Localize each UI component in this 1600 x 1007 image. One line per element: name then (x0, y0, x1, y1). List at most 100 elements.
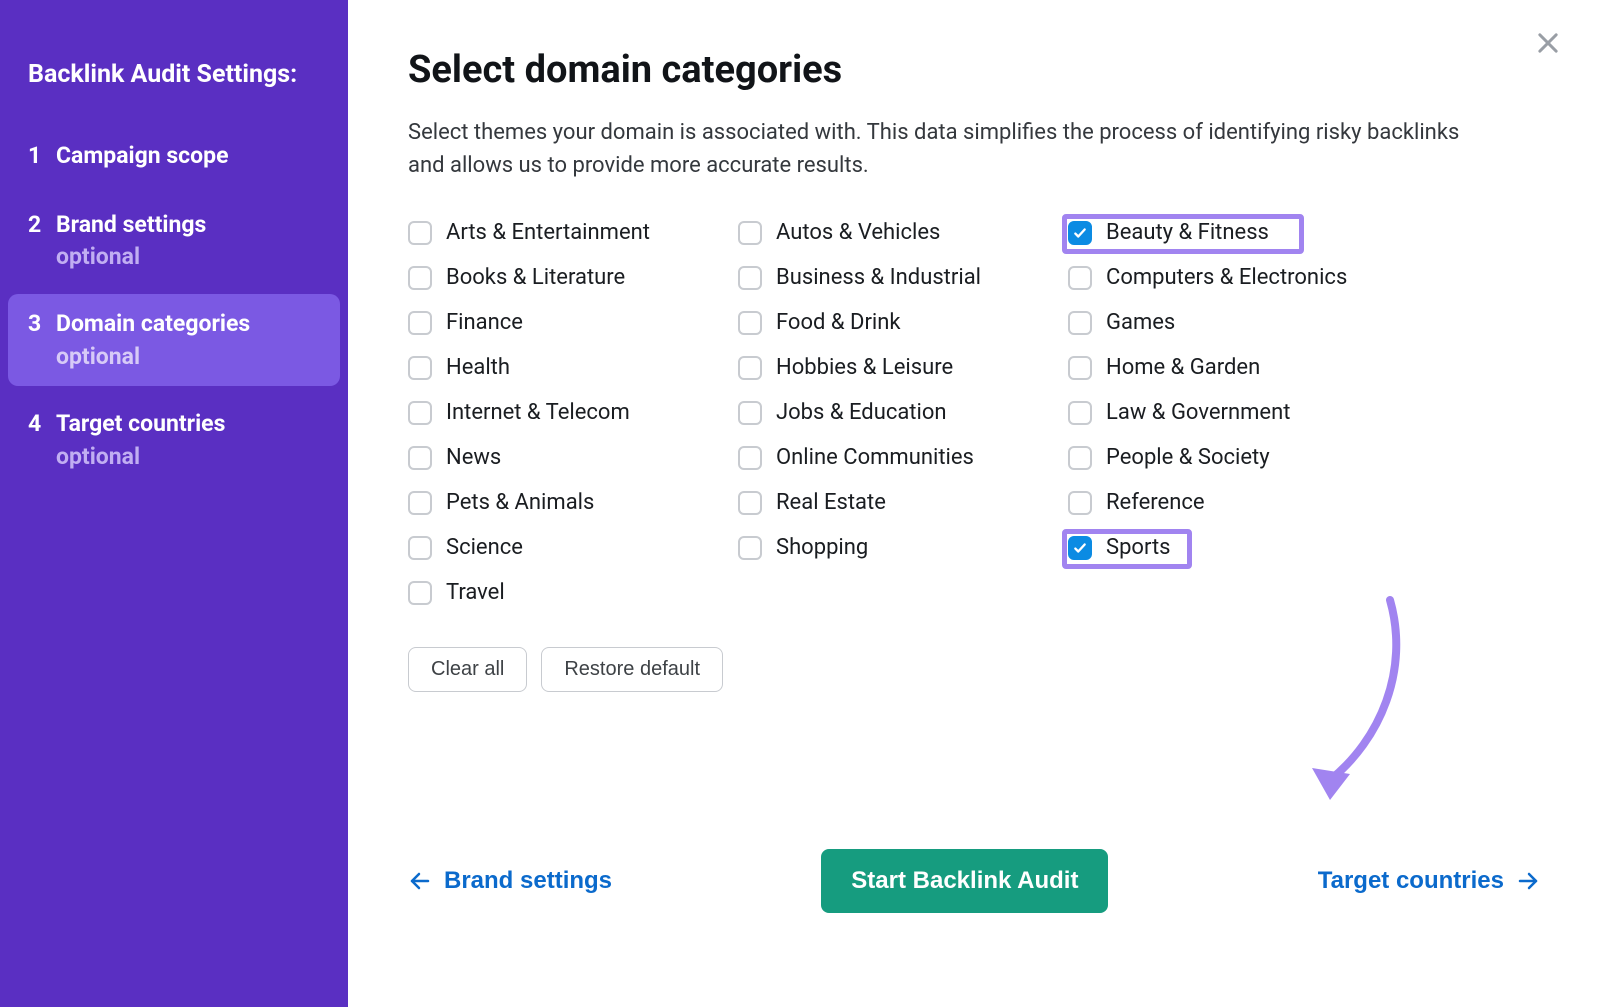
category-label: Online Communities (776, 445, 974, 470)
step-sublabel: optional (56, 343, 320, 370)
category-checkbox[interactable] (738, 446, 762, 470)
page-description: Select themes your domain is associated … (408, 116, 1468, 182)
category-label: People & Society (1106, 445, 1270, 470)
category-item[interactable]: Business & Industrial (738, 265, 1058, 290)
category-label: Arts & Entertainment (446, 220, 650, 245)
category-label: Pets & Animals (446, 490, 594, 515)
clear-all-button[interactable]: Clear all (408, 647, 527, 692)
category-checkbox[interactable] (738, 491, 762, 515)
wizard-footer: Brand settings Start Backlink Audit Targ… (408, 849, 1540, 913)
category-checkbox[interactable] (408, 221, 432, 245)
category-label: Hobbies & Leisure (776, 355, 953, 380)
category-item[interactable]: Travel (408, 580, 728, 605)
category-item[interactable]: Hobbies & Leisure (738, 355, 1058, 380)
wizard-step-4[interactable]: 4Target countriesoptional (8, 394, 340, 486)
start-audit-button[interactable]: Start Backlink Audit (821, 849, 1108, 913)
category-checkbox[interactable] (1068, 491, 1092, 515)
category-checkbox[interactable] (1068, 266, 1092, 290)
category-label: Jobs & Education (776, 400, 947, 425)
category-item[interactable]: News (408, 445, 728, 470)
category-checkbox[interactable] (408, 446, 432, 470)
category-checkbox[interactable] (738, 266, 762, 290)
category-checkbox[interactable] (738, 536, 762, 560)
category-checkbox[interactable] (1068, 221, 1092, 245)
category-item[interactable]: Pets & Animals (408, 490, 728, 515)
category-item[interactable]: Reference (1068, 490, 1388, 515)
restore-default-button[interactable]: Restore default (541, 647, 723, 692)
category-item[interactable]: Jobs & Education (738, 400, 1058, 425)
annotation-arrow-icon (1300, 590, 1420, 810)
category-item[interactable]: Computers & Electronics (1068, 265, 1388, 290)
wizard-step-2[interactable]: 2Brand settings optional (8, 195, 340, 287)
category-item[interactable]: Real Estate (738, 490, 1058, 515)
step-number: 1 (28, 142, 56, 169)
step-sublabel: optional (56, 243, 320, 270)
category-label: Computers & Electronics (1106, 265, 1347, 290)
category-label: News (446, 445, 501, 470)
category-item[interactable]: People & Society (1068, 445, 1388, 470)
category-checkbox[interactable] (1068, 356, 1092, 380)
category-label: Home & Garden (1106, 355, 1260, 380)
category-checkbox[interactable] (738, 311, 762, 335)
category-checkbox[interactable] (738, 356, 762, 380)
category-item[interactable]: Books & Literature (408, 265, 728, 290)
category-item[interactable]: Health (408, 355, 728, 380)
page-title: Select domain categories (408, 48, 1540, 92)
step-label: Brand settings (56, 211, 320, 240)
category-item[interactable]: Shopping (738, 535, 1058, 560)
sidebar-title: Backlink Audit Settings: (24, 58, 324, 92)
category-label: Books & Literature (446, 265, 625, 290)
category-checkbox[interactable] (408, 311, 432, 335)
settings-sidebar: Backlink Audit Settings: 1Campaign scope… (0, 0, 348, 1007)
wizard-step-1[interactable]: 1Campaign scope (8, 126, 340, 187)
category-label: Travel (446, 580, 505, 605)
category-label: Internet & Telecom (446, 400, 630, 425)
arrow-left-icon (408, 869, 432, 893)
wizard-step-3[interactable]: 3Domain categoriesoptional (8, 294, 340, 386)
main-panel: Select domain categories Select themes y… (348, 0, 1600, 1007)
close-button[interactable] (1528, 24, 1568, 64)
category-checkbox[interactable] (1068, 536, 1092, 560)
step-label: Domain categories (56, 310, 320, 339)
category-checkbox[interactable] (1068, 401, 1092, 425)
category-checkbox[interactable] (408, 401, 432, 425)
category-item[interactable]: Autos & Vehicles (738, 220, 1058, 245)
category-checkbox[interactable] (1068, 446, 1092, 470)
category-checkbox[interactable] (408, 491, 432, 515)
category-checkbox[interactable] (408, 536, 432, 560)
action-row: Clear all Restore default (408, 647, 1540, 692)
step-number: 2 (28, 211, 56, 238)
category-label: Autos & Vehicles (776, 220, 940, 245)
step-sublabel: optional (56, 443, 320, 470)
category-checkbox[interactable] (1068, 311, 1092, 335)
step-number: 4 (28, 410, 56, 437)
category-item[interactable]: Science (408, 535, 728, 560)
category-item[interactable]: Beauty & Fitness (1068, 220, 1388, 245)
back-label: Brand settings (444, 867, 612, 895)
next-target-countries-link[interactable]: Target countries (1318, 867, 1540, 895)
back-brand-settings-link[interactable]: Brand settings (408, 867, 612, 895)
category-checkbox[interactable] (408, 266, 432, 290)
category-item[interactable]: Law & Government (1068, 400, 1388, 425)
category-checkbox[interactable] (408, 356, 432, 380)
category-item[interactable]: Arts & Entertainment (408, 220, 728, 245)
category-checkbox[interactable] (738, 401, 762, 425)
category-checkbox[interactable] (408, 581, 432, 605)
step-label: Campaign scope (56, 142, 320, 171)
category-item[interactable]: Internet & Telecom (408, 400, 728, 425)
category-label: Reference (1106, 490, 1205, 515)
category-label: Sports (1106, 535, 1171, 560)
category-item[interactable]: Games (1068, 310, 1388, 335)
category-item[interactable]: Home & Garden (1068, 355, 1388, 380)
category-item[interactable]: Sports (1068, 535, 1388, 560)
category-item[interactable]: Online Communities (738, 445, 1058, 470)
category-label: Science (446, 535, 523, 560)
category-checkbox[interactable] (738, 221, 762, 245)
category-label: Games (1106, 310, 1175, 335)
category-label: Food & Drink (776, 310, 901, 335)
category-item[interactable]: Food & Drink (738, 310, 1058, 335)
category-item[interactable]: Finance (408, 310, 728, 335)
arrow-right-icon (1516, 869, 1540, 893)
category-grid: Arts & Entertainment Autos & Vehicles Beau… (408, 220, 1540, 605)
category-label: Shopping (776, 535, 868, 560)
